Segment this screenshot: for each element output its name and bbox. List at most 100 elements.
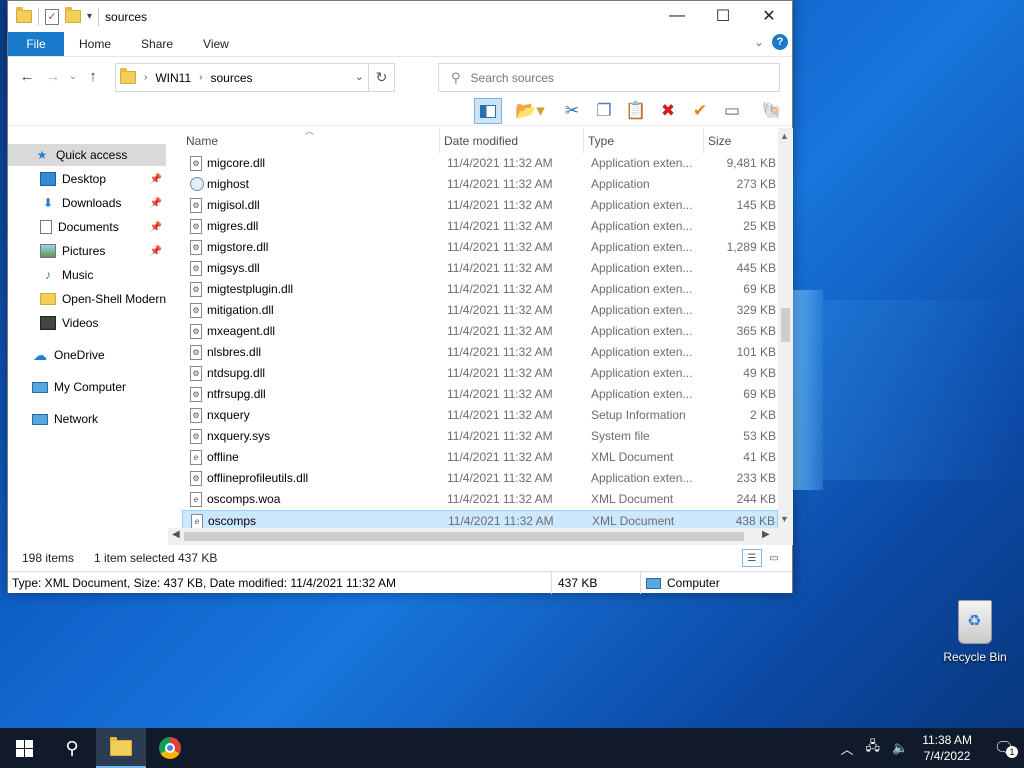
address-dropdown-icon[interactable]: ⌄ bbox=[355, 70, 364, 83]
pin-icon[interactable]: 📌 bbox=[150, 222, 162, 233]
close-button[interactable]: ✕ bbox=[746, 1, 792, 31]
scroll-thumb[interactable] bbox=[184, 532, 744, 541]
delete-icon[interactable]: ✖ bbox=[654, 98, 682, 124]
title-bar[interactable]: ✓ ▾ sources — ☐ ✕ bbox=[8, 1, 792, 32]
sidebar-item-open-shell-modern[interactable]: Open-Shell Modern bbox=[8, 288, 166, 310]
scroll-up-icon[interactable]: ▲ bbox=[780, 131, 789, 141]
sidebar-item-pictures[interactable]: Pictures 📌 bbox=[8, 240, 166, 262]
search-button[interactable]: ⚲ bbox=[48, 728, 96, 768]
folder-options-icon[interactable]: 📂▾ bbox=[512, 98, 548, 124]
start-button[interactable] bbox=[0, 728, 48, 768]
scroll-left-icon[interactable]: ◀ bbox=[172, 529, 180, 540]
address-bar[interactable]: › WIN11 › sources ⌄ ↻ bbox=[115, 63, 395, 92]
sidebar-item-network[interactable]: Network bbox=[8, 408, 166, 430]
pin-icon[interactable]: 📌 bbox=[150, 198, 162, 209]
sidebar-item-my-computer[interactable]: My Computer bbox=[8, 376, 166, 398]
table-row[interactable]: ⚙ ntdsupg.dll 11/4/2021 11:32 AM Applicatio… bbox=[182, 363, 778, 384]
file-name: nlsbres.dll bbox=[207, 345, 262, 359]
sidebar-item-desktop[interactable]: Desktop 📌 bbox=[8, 168, 166, 190]
help-icon[interactable]: ? bbox=[772, 34, 788, 50]
table-row[interactable]: ⚙ migcore.dll 11/4/2021 11:32 AM Applicatio… bbox=[182, 153, 778, 174]
table-row[interactable]: ⚙ migsys.dll 11/4/2021 11:32 AM Application… bbox=[182, 258, 778, 279]
column-header-name[interactable]: Name bbox=[182, 128, 440, 153]
table-row[interactable]: e oscomps.woa 11/4/2021 11:32 AM XML Docume… bbox=[182, 489, 778, 510]
table-row[interactable]: mighost 11/4/2021 11:32 AM Application 273 … bbox=[182, 174, 778, 195]
file-size: 41 KB bbox=[743, 450, 776, 464]
sidebar-item-quick-access[interactable]: ★ Quick access bbox=[8, 144, 166, 166]
horizontal-scrollbar[interactable]: ◀ ▶ bbox=[168, 528, 778, 545]
breadcrumb-separator-icon[interactable]: › bbox=[144, 72, 147, 83]
recycle-bin[interactable]: Recycle Bin bbox=[940, 600, 1010, 664]
table-row[interactable]: ⚙ migisol.dll 11/4/2021 11:32 AM Applicatio… bbox=[182, 195, 778, 216]
breadcrumb-sources[interactable]: sources bbox=[210, 71, 252, 85]
navigation-pane-icon[interactable] bbox=[474, 98, 502, 124]
details-view-icon[interactable]: ☰ bbox=[742, 549, 762, 567]
table-row[interactable]: ⚙ ntfrsupg.dll 11/4/2021 11:32 AM Applicati… bbox=[182, 384, 778, 405]
table-row[interactable]: ⚙ nxquery.sys 11/4/2021 11:32 AM System fil… bbox=[182, 426, 778, 447]
paste-icon[interactable]: 📋 bbox=[622, 98, 650, 124]
file-size: 445 KB bbox=[736, 261, 776, 275]
customize-dropdown-icon[interactable]: ▾ bbox=[87, 11, 92, 22]
table-row[interactable]: ⚙ migstore.dll 11/4/2021 11:32 AM Applicati… bbox=[182, 237, 778, 258]
sidebar-item-label: Music bbox=[62, 268, 94, 282]
pin-icon[interactable]: 📌 bbox=[150, 174, 162, 185]
tab-file[interactable]: File bbox=[8, 32, 64, 56]
copy-icon[interactable]: ❐ bbox=[590, 98, 618, 124]
action-center-icon[interactable]: 🗨 1 bbox=[984, 738, 1024, 758]
open-shell-icon[interactable]: 🐚 bbox=[758, 98, 786, 124]
search-input[interactable]: ⚲ Search sources bbox=[438, 63, 780, 92]
window-title: sources bbox=[105, 9, 148, 24]
minimize-button[interactable]: — bbox=[654, 1, 700, 31]
properties-icon[interactable]: ✓ bbox=[45, 8, 59, 25]
new-folder-icon[interactable] bbox=[65, 7, 81, 23]
table-row[interactable]: ⚙ mxeagent.dll 11/4/2021 11:32 AM Applicati… bbox=[182, 321, 778, 342]
file-size: 244 KB bbox=[736, 492, 776, 506]
table-row[interactable]: ⚙ offlineprofileutils.dll 11/4/2021 11:32 … bbox=[182, 468, 778, 489]
breadcrumb-separator-icon[interactable]: › bbox=[199, 72, 202, 83]
scroll-right-icon[interactable]: ▶ bbox=[762, 529, 770, 540]
pin-icon[interactable]: 📌 bbox=[150, 246, 162, 257]
network-status-icon[interactable]: 🖧 bbox=[866, 737, 881, 759]
dll-file-icon: ⚙ bbox=[190, 471, 202, 486]
scroll-down-icon[interactable]: ▼ bbox=[780, 514, 789, 524]
sidebar-item-music[interactable]: ♪ Music bbox=[8, 264, 166, 286]
back-button[interactable]: ← bbox=[14, 68, 40, 85]
large-icons-view-icon[interactable]: ▭ bbox=[764, 549, 784, 567]
file-name: mxeagent.dll bbox=[207, 324, 276, 338]
tab-view[interactable]: View bbox=[188, 32, 244, 56]
refresh-button[interactable]: ↻ bbox=[368, 64, 394, 91]
vertical-scrollbar[interactable]: ▲ ▼ bbox=[778, 128, 793, 545]
table-row[interactable]: ⚙ migtestplugin.dll 11/4/2021 11:32 AM Appl… bbox=[182, 279, 778, 300]
column-header-type[interactable]: Type bbox=[584, 128, 704, 153]
table-row[interactable]: ⚙ nxquery 11/4/2021 11:32 AM Setup Informat… bbox=[182, 405, 778, 426]
table-row[interactable]: ⚙ mitigation.dll 11/4/2021 11:32 AM Applica… bbox=[182, 300, 778, 321]
properties-check-icon[interactable]: ✔ bbox=[686, 98, 714, 124]
cut-icon[interactable]: ✂ bbox=[558, 98, 586, 124]
status-bar: 198 items 1 item selected 437 KB ☰ ▭ bbox=[8, 545, 792, 571]
tab-share[interactable]: Share bbox=[126, 32, 188, 56]
clock[interactable]: 11:38 AM 7/4/2022 bbox=[922, 732, 972, 764]
table-row[interactable]: ⚙ migres.dll 11/4/2021 11:32 AM Application… bbox=[182, 216, 778, 237]
table-row[interactable]: e offline 11/4/2021 11:32 AM XML Document 41… bbox=[182, 447, 778, 468]
sidebar-item-onedrive[interactable]: ☁ OneDrive bbox=[8, 344, 166, 366]
taskbar-chrome[interactable] bbox=[146, 728, 194, 768]
maximize-button[interactable]: ☐ bbox=[700, 1, 746, 31]
sidebar-item-videos[interactable]: Videos bbox=[8, 312, 166, 334]
tab-home[interactable]: Home bbox=[64, 32, 126, 56]
show-hidden-icons-icon[interactable]: ︿ bbox=[840, 739, 853, 758]
recent-locations-icon[interactable]: ⌄ bbox=[66, 71, 80, 82]
sidebar-item-documents[interactable]: Documents 📌 bbox=[8, 216, 166, 238]
scroll-thumb[interactable] bbox=[781, 308, 790, 342]
volume-icon[interactable]: 🔈 bbox=[892, 740, 908, 756]
up-button[interactable]: ↑ bbox=[80, 68, 106, 85]
xml-file-icon: e bbox=[190, 492, 202, 507]
rename-icon[interactable]: ▭ bbox=[718, 98, 746, 124]
table-row[interactable]: ⚙ nlsbres.dll 11/4/2021 11:32 AM Applicatio… bbox=[182, 342, 778, 363]
forward-button[interactable]: → bbox=[40, 68, 66, 85]
taskbar-file-explorer[interactable] bbox=[96, 728, 146, 768]
breadcrumb-win11[interactable]: WIN11 bbox=[155, 71, 191, 85]
sidebar-item-downloads[interactable]: ⬇ Downloads 📌 bbox=[8, 192, 166, 214]
column-header-size[interactable]: Size bbox=[704, 128, 778, 153]
column-header-date[interactable]: Date modified bbox=[440, 128, 584, 153]
expand-ribbon-icon[interactable]: ⌄ bbox=[754, 35, 764, 49]
